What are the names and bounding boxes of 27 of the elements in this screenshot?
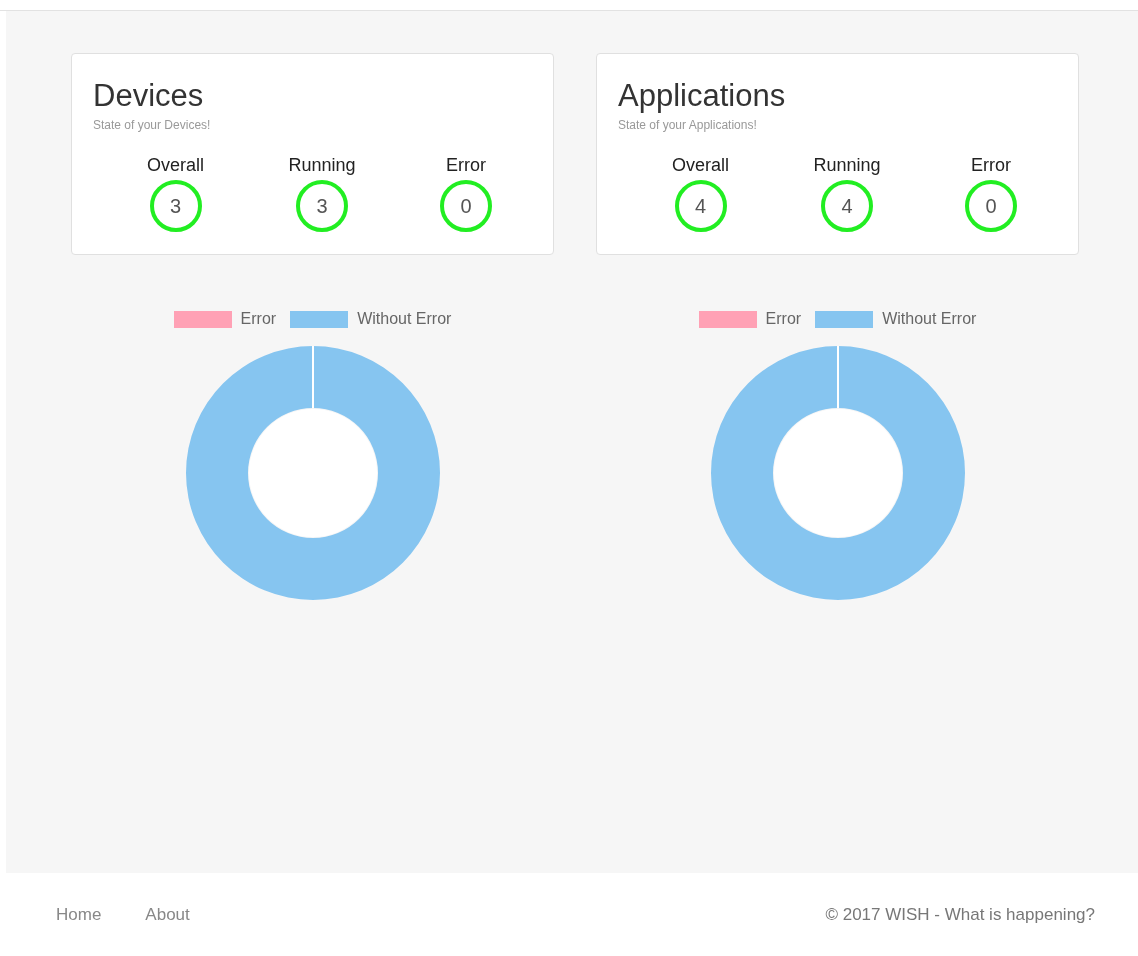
copyright-text: © 2017 WISH - What is happening? bbox=[825, 904, 1095, 925]
stat-label: Error bbox=[446, 155, 486, 176]
legend-swatch bbox=[290, 310, 349, 328]
stat-count: 3 bbox=[296, 180, 348, 232]
stat-count: 0 bbox=[965, 180, 1017, 232]
footer-link[interactable]: About bbox=[145, 904, 190, 925]
stat-count: 3 bbox=[149, 180, 202, 232]
legend-label: Without Error bbox=[882, 310, 977, 328]
stat-label: Overall bbox=[147, 155, 204, 176]
stat-label: Error bbox=[971, 155, 1011, 176]
stat-label: Overall bbox=[672, 155, 729, 176]
legend-swatch bbox=[815, 310, 874, 328]
card-subtitle: State of your Applications! bbox=[618, 118, 757, 132]
stat-count: 4 bbox=[821, 180, 873, 232]
legend-swatch bbox=[698, 310, 757, 328]
card-title: Devices bbox=[93, 78, 204, 114]
legend-swatch bbox=[173, 310, 232, 328]
stat-count: 0 bbox=[440, 180, 492, 232]
stat-count: 4 bbox=[674, 180, 727, 232]
footer-link[interactable]: Home bbox=[56, 904, 102, 925]
legend-label: Error bbox=[765, 310, 802, 328]
stat-label: Running bbox=[288, 155, 356, 176]
legend-label: Without Error bbox=[357, 310, 452, 328]
legend-label: Error bbox=[240, 310, 277, 328]
stat-label: Running bbox=[813, 155, 881, 176]
card-subtitle: State of your Devices! bbox=[93, 118, 211, 132]
card-title: Applications bbox=[618, 78, 786, 114]
